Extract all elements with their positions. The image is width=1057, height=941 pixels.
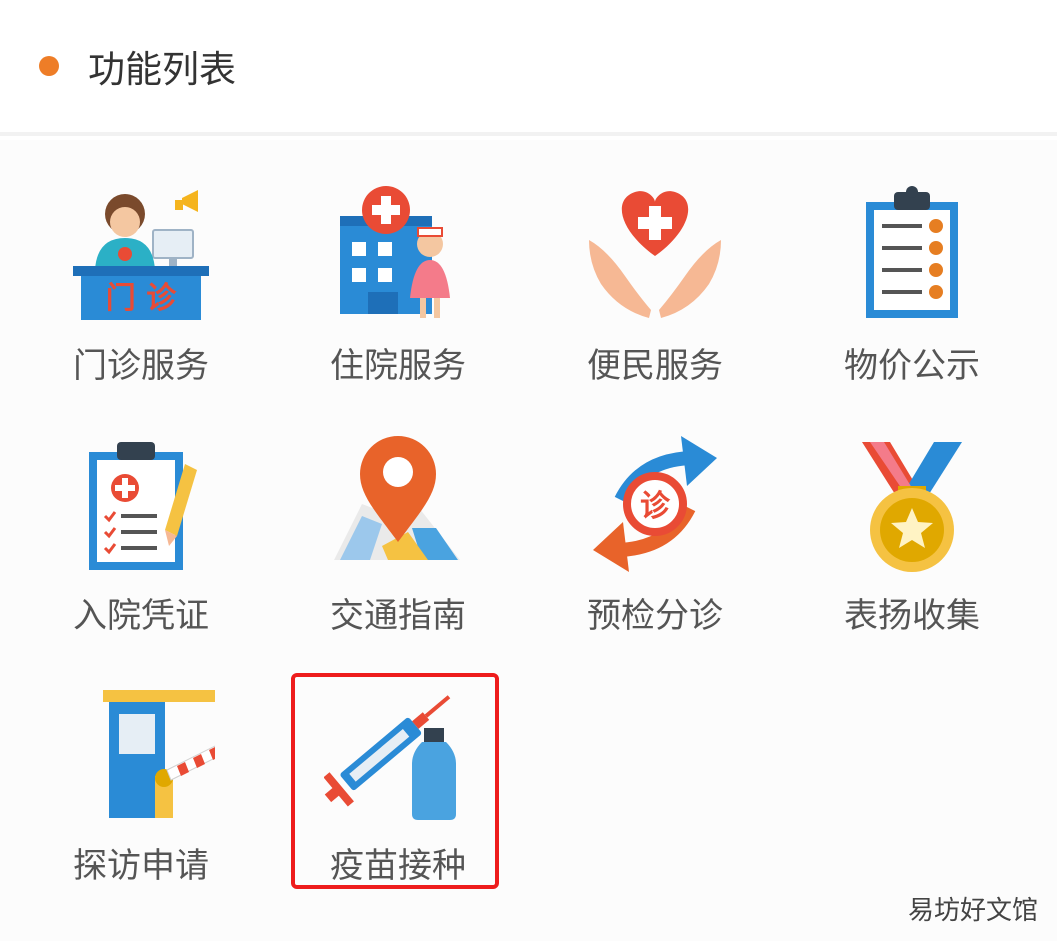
hospital-building-icon [324, 180, 472, 328]
menu-item-transport[interactable]: 交通指南 [298, 400, 498, 636]
outpatient-desk-icon: 门 诊 [67, 180, 215, 328]
clipboard-list-icon [838, 180, 986, 328]
menu-item-admission[interactable]: 入院凭证 [41, 400, 241, 636]
menu-item-label: 门诊服务 [73, 346, 209, 386]
map-pin-icon [324, 430, 472, 578]
section-header: 功能列表 [0, 0, 1057, 136]
menu-item-label: 交通指南 [330, 596, 466, 636]
menu-item-visit[interactable]: 探访申请 [41, 650, 241, 886]
menu-item-label: 探访申请 [73, 846, 209, 886]
medal-icon [838, 430, 986, 578]
heart-hands-icon [581, 180, 729, 328]
menu-item-outpatient[interactable]: 门 诊 门诊服务 [41, 150, 241, 386]
menu-item-label: 表扬收集 [844, 596, 980, 636]
menu-item-label: 入院凭证 [73, 596, 209, 636]
menu-item-label: 便民服务 [587, 346, 723, 386]
menu-item-inpatient[interactable]: 住院服务 [298, 150, 498, 386]
selection-highlight [291, 673, 499, 889]
triage-icon-text: 诊 [640, 489, 671, 524]
section-title: 功能列表 [88, 48, 236, 91]
menu-item-label: 住院服务 [330, 346, 466, 386]
medical-clipboard-icon [67, 430, 215, 578]
outpatient-icon-text: 门 诊 [106, 281, 177, 316]
menu-item-label: 预检分诊 [587, 596, 723, 636]
menu-item-price-notice[interactable]: 物价公示 [812, 150, 1012, 386]
gate-barrier-icon [67, 680, 215, 828]
triage-arrows-icon: 诊 [581, 430, 729, 578]
menu-item-praise[interactable]: 表扬收集 [812, 400, 1012, 636]
menu-item-label: 物价公示 [844, 346, 980, 386]
watermark: 易坊好文馆 [908, 896, 1039, 926]
menu-item-convenience[interactable]: 便民服务 [555, 150, 755, 386]
header-dot-icon [39, 56, 59, 76]
menu-item-triage[interactable]: 诊 预检分诊 [555, 400, 755, 636]
